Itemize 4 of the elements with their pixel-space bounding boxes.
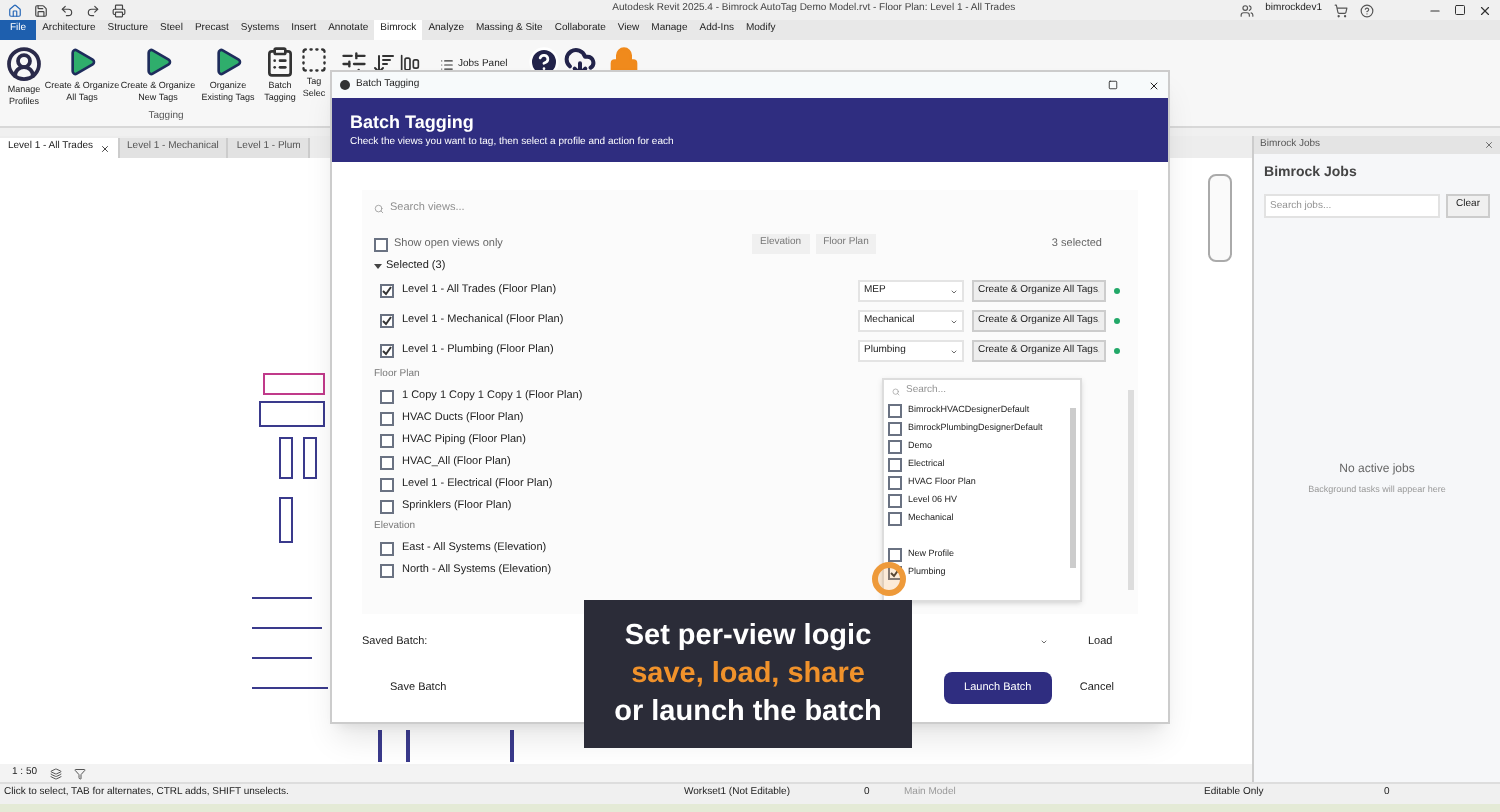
caption-line: save, load, share <box>631 655 865 693</box>
header-title: Batch Tagging <box>350 109 476 136</box>
caption-line: Set per-view logic <box>624 617 872 655</box>
caption-line: or launch the batch <box>614 693 882 731</box>
